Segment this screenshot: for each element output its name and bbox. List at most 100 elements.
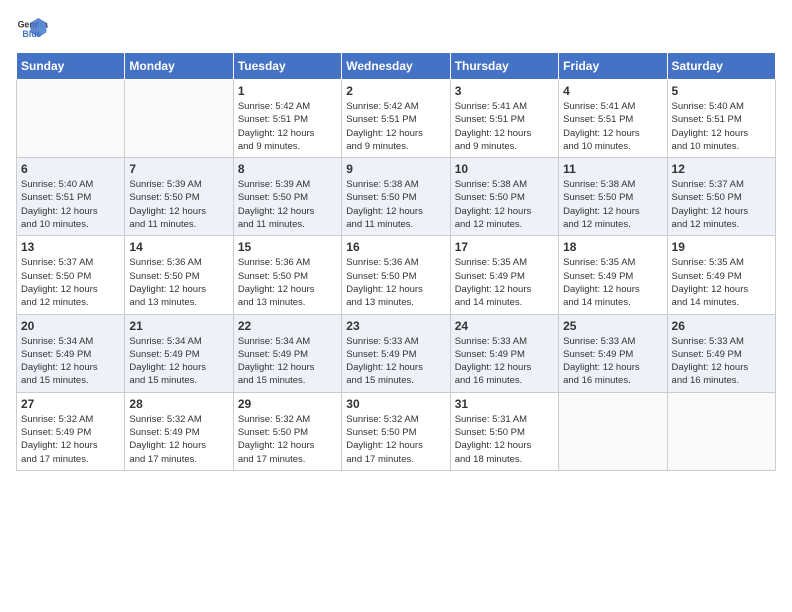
day-number: 30 <box>346 397 445 411</box>
day-info: Sunrise: 5:39 AMSunset: 5:50 PMDaylight:… <box>238 178 337 231</box>
calendar-cell: 23 Sunrise: 5:33 AMSunset: 5:49 PMDayligh… <box>342 314 450 392</box>
calendar-cell: 22Sunrise: 5:34 AMSunset: 5:49 PMDayligh… <box>233 314 341 392</box>
calendar-week-row: 1 Sunrise: 5:42 AMSunset: 5:51 PMDaylight… <box>17 80 776 158</box>
day-number: 12 <box>672 162 771 176</box>
day-header-saturday: Saturday <box>667 53 775 80</box>
day-info: Sunrise: 5:42 AMSunset: 5:51 PMDaylight:… <box>238 100 337 153</box>
day-header-friday: Friday <box>559 53 667 80</box>
calendar-cell: 28 Sunrise: 5:32 AMSunset: 5:49 PMDayligh… <box>125 392 233 470</box>
calendar-cell: 25 Sunrise: 5:33 AMSunset: 5:49 PMDayligh… <box>559 314 667 392</box>
calendar-cell: 30 Sunrise: 5:32 AMSunset: 5:50 PMDayligh… <box>342 392 450 470</box>
calendar-cell: 13 Sunrise: 5:37 AMSunset: 5:50 PMDayligh… <box>17 236 125 314</box>
calendar-cell: 2 Sunrise: 5:42 AMSunset: 5:51 PMDaylight… <box>342 80 450 158</box>
day-number: 28 <box>129 397 228 411</box>
day-number: 14 <box>129 240 228 254</box>
calendar-week-row: 20 Sunrise: 5:34 AMSunset: 5:49 PMDayligh… <box>17 314 776 392</box>
day-number: 24 <box>455 319 554 333</box>
calendar-cell: 16Sunrise: 5:36 AMSunset: 5:50 PMDayligh… <box>342 236 450 314</box>
day-info: Sunrise: 5:41 AMSunset: 5:51 PMDaylight:… <box>563 100 662 153</box>
day-info: Sunrise: 5:37 AMSunset: 5:50 PMDaylight:… <box>21 256 120 309</box>
calendar-cell: 8 Sunrise: 5:39 AMSunset: 5:50 PMDaylight… <box>233 158 341 236</box>
day-info: Sunrise: 5:40 AMSunset: 5:51 PMDaylight:… <box>672 100 771 153</box>
day-number: 27 <box>21 397 120 411</box>
day-number: 10 <box>455 162 554 176</box>
day-number: 7 <box>129 162 228 176</box>
calendar-cell: 27 Sunrise: 5:32 AMSunset: 5:49 PMDayligh… <box>17 392 125 470</box>
day-info: Sunrise: 5:34 AMSunset: 5:49 PMDaylight:… <box>129 335 228 388</box>
day-info: Sunrise: 5:33 AMSunset: 5:49 PMDaylight:… <box>346 335 445 388</box>
day-info: Sunrise: 5:42 AMSunset: 5:51 PMDaylight:… <box>346 100 445 153</box>
day-header-wednesday: Wednesday <box>342 53 450 80</box>
calendar-cell: 3Sunrise: 5:41 AMSunset: 5:51 PMDaylight… <box>450 80 558 158</box>
day-number: 25 <box>563 319 662 333</box>
calendar-cell: 6Sunrise: 5:40 AMSunset: 5:51 PMDaylight… <box>17 158 125 236</box>
day-info: Sunrise: 5:38 AMSunset: 5:50 PMDaylight:… <box>346 178 445 231</box>
day-number: 21 <box>129 319 228 333</box>
day-number: 15 <box>238 240 337 254</box>
calendar-cell: 26 Sunrise: 5:33 AMSunset: 5:49 PMDayligh… <box>667 314 775 392</box>
calendar-cell: 17 Sunrise: 5:35 AMSunset: 5:49 PMDayligh… <box>450 236 558 314</box>
calendar-cell: 4 Sunrise: 5:41 AMSunset: 5:51 PMDaylight… <box>559 80 667 158</box>
day-info: Sunrise: 5:33 AMSunset: 5:49 PMDaylight:… <box>455 335 554 388</box>
day-info: Sunrise: 5:35 AMSunset: 5:49 PMDaylight:… <box>563 256 662 309</box>
day-info: Sunrise: 5:33 AMSunset: 5:49 PMDaylight:… <box>563 335 662 388</box>
day-info: Sunrise: 5:41 AMSunset: 5:51 PMDaylight:… <box>455 100 554 153</box>
calendar-cell: 5 Sunrise: 5:40 AMSunset: 5:51 PMDaylight… <box>667 80 775 158</box>
day-info: Sunrise: 5:38 AMSunset: 5:50 PMDaylight:… <box>563 178 662 231</box>
logo: General Blue <box>16 16 52 44</box>
day-info: Sunrise: 5:39 AMSunset: 5:50 PMDaylight:… <box>129 178 228 231</box>
day-info: Sunrise: 5:37 AMSunset: 5:50 PMDaylight:… <box>672 178 771 231</box>
day-number: 13 <box>21 240 120 254</box>
calendar-cell: 12 Sunrise: 5:37 AMSunset: 5:50 PMDayligh… <box>667 158 775 236</box>
day-number: 22 <box>238 319 337 333</box>
day-info: Sunrise: 5:38 AMSunset: 5:50 PMDaylight:… <box>455 178 554 231</box>
calendar-header-row: SundayMondayTuesdayWednesdayThursdayFrid… <box>17 53 776 80</box>
day-header-sunday: Sunday <box>17 53 125 80</box>
page-header: General Blue <box>16 16 776 44</box>
day-number: 5 <box>672 84 771 98</box>
day-info: Sunrise: 5:40 AMSunset: 5:51 PMDaylight:… <box>21 178 120 231</box>
day-number: 4 <box>563 84 662 98</box>
day-number: 1 <box>238 84 337 98</box>
day-number: 23 <box>346 319 445 333</box>
calendar-cell: 14 Sunrise: 5:36 AMSunset: 5:50 PMDayligh… <box>125 236 233 314</box>
calendar-cell: 1 Sunrise: 5:42 AMSunset: 5:51 PMDaylight… <box>233 80 341 158</box>
calendar-cell: 11 Sunrise: 5:38 AMSunset: 5:50 PMDayligh… <box>559 158 667 236</box>
calendar-cell: 10 Sunrise: 5:38 AMSunset: 5:50 PMDayligh… <box>450 158 558 236</box>
day-number: 20 <box>21 319 120 333</box>
day-number: 29 <box>238 397 337 411</box>
day-number: 9 <box>346 162 445 176</box>
logo-icon: General Blue <box>16 16 48 44</box>
calendar-week-row: 27 Sunrise: 5:32 AMSunset: 5:49 PMDayligh… <box>17 392 776 470</box>
day-info: Sunrise: 5:32 AMSunset: 5:49 PMDaylight:… <box>129 413 228 466</box>
day-number: 19 <box>672 240 771 254</box>
day-number: 31 <box>455 397 554 411</box>
calendar-cell: 18Sunrise: 5:35 AMSunset: 5:49 PMDayligh… <box>559 236 667 314</box>
day-number: 2 <box>346 84 445 98</box>
calendar-cell: 24 Sunrise: 5:33 AMSunset: 5:49 PMDayligh… <box>450 314 558 392</box>
day-header-tuesday: Tuesday <box>233 53 341 80</box>
calendar-cell <box>125 80 233 158</box>
day-info: Sunrise: 5:35 AMSunset: 5:49 PMDaylight:… <box>672 256 771 309</box>
day-info: Sunrise: 5:32 AMSunset: 5:49 PMDaylight:… <box>21 413 120 466</box>
day-number: 11 <box>563 162 662 176</box>
day-info: Sunrise: 5:35 AMSunset: 5:49 PMDaylight:… <box>455 256 554 309</box>
day-header-thursday: Thursday <box>450 53 558 80</box>
day-number: 26 <box>672 319 771 333</box>
calendar-cell: 31 Sunrise: 5:31 AMSunset: 5:50 PMDayligh… <box>450 392 558 470</box>
day-info: Sunrise: 5:32 AMSunset: 5:50 PMDaylight:… <box>346 413 445 466</box>
calendar-cell <box>667 392 775 470</box>
day-info: Sunrise: 5:34 AMSunset: 5:49 PMDaylight:… <box>21 335 120 388</box>
calendar-cell: 19 Sunrise: 5:35 AMSunset: 5:49 PMDayligh… <box>667 236 775 314</box>
calendar-table: SundayMondayTuesdayWednesdayThursdayFrid… <box>16 52 776 471</box>
day-number: 8 <box>238 162 337 176</box>
day-info: Sunrise: 5:32 AMSunset: 5:50 PMDaylight:… <box>238 413 337 466</box>
day-info: Sunrise: 5:36 AMSunset: 5:50 PMDaylight:… <box>129 256 228 309</box>
day-info: Sunrise: 5:33 AMSunset: 5:49 PMDaylight:… <box>672 335 771 388</box>
calendar-cell: 9 Sunrise: 5:38 AMSunset: 5:50 PMDaylight… <box>342 158 450 236</box>
calendar-cell: 20 Sunrise: 5:34 AMSunset: 5:49 PMDayligh… <box>17 314 125 392</box>
day-number: 17 <box>455 240 554 254</box>
day-info: Sunrise: 5:36 AMSunset: 5:50 PMDaylight:… <box>238 256 337 309</box>
day-info: Sunrise: 5:31 AMSunset: 5:50 PMDaylight:… <box>455 413 554 466</box>
calendar-cell: 21 Sunrise: 5:34 AMSunset: 5:49 PMDayligh… <box>125 314 233 392</box>
